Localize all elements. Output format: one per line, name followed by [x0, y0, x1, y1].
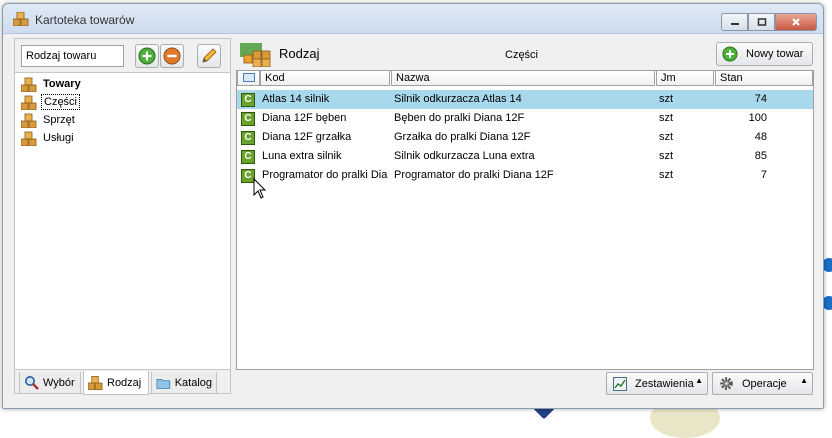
category-filter-input[interactable] — [21, 45, 124, 67]
current-category-label: Części — [505, 49, 539, 61]
bottom-toolbar: Zestawienia ▲ Operacje ▲ — [233, 372, 815, 396]
cell-jm: szt — [659, 112, 674, 124]
caret-up-icon: ▲ — [800, 376, 808, 385]
add-icon — [138, 47, 156, 65]
boxes-icon — [13, 12, 29, 26]
operations-label: Operacje — [742, 377, 787, 390]
tab-label: Wybór — [43, 376, 75, 389]
cell-kod: Luna extra silnik — [262, 150, 342, 162]
tree-item-label: Towary — [43, 78, 81, 90]
panel-title: Rodzaj — [279, 46, 320, 61]
tree-item-sprzet[interactable]: Sprzęt — [21, 111, 77, 129]
main-window: Kartoteka towarów Rodzaj towaru Towary C… — [2, 3, 824, 409]
cell-kod: Atlas 14 silnik — [262, 93, 330, 105]
add-category-button[interactable] — [135, 44, 159, 68]
cell-nazwa: Silnik odkurzacza Atlas 14 — [394, 93, 522, 105]
operations-button[interactable]: Operacje ▲ — [712, 372, 813, 395]
cell-kod: Diana 12F bęben — [262, 112, 347, 124]
cell-jm: szt — [659, 93, 674, 105]
maximize-icon — [757, 18, 766, 26]
table-row[interactable]: C Diana 12F grzałka Grzałka do pralki Di… — [237, 128, 813, 147]
boxes-icon — [21, 95, 37, 110]
items-header: Rodzaj Części Nowy towar — [233, 38, 815, 68]
column-header-nazwa[interactable]: Nazwa — [391, 71, 655, 86]
tab-label: Rodzaj — [107, 376, 142, 389]
gear-icon — [720, 377, 733, 390]
boxes-icon — [21, 131, 37, 146]
edit-pencil-icon — [202, 48, 217, 63]
column-header-jm[interactable]: Jm — [656, 71, 714, 86]
part-badge-icon: C — [241, 131, 255, 145]
tree-item-towary[interactable]: Towary — [21, 75, 83, 93]
table-row[interactable]: C Diana 12F bęben Bęben do pralki Diana … — [237, 109, 813, 128]
add-icon — [722, 46, 738, 62]
category-toolbar — [15, 39, 230, 72]
reports-label: Zestawienia — [635, 377, 694, 390]
new-item-button[interactable]: Nowy towar — [716, 42, 813, 66]
boxes-icon — [21, 113, 37, 128]
cell-nazwa: Grzałka do pralki Diana 12F — [394, 131, 531, 143]
title-bar[interactable]: Kartoteka towarów — [3, 4, 823, 34]
edit-category-button[interactable] — [197, 44, 221, 68]
magnifier-icon — [25, 376, 39, 390]
part-badge-icon: C — [241, 150, 255, 164]
table-row[interactable]: C Programator do pralki Dia Programator … — [237, 166, 813, 185]
boxes-icon — [21, 77, 37, 92]
report-chart-icon — [613, 376, 627, 391]
left-tab-bar: Wybór Rodzaj Katalog — [15, 371, 230, 395]
tree-item-label: Części — [41, 94, 81, 110]
items-table: Kod Nazwa Jm Stan C Atlas 14 silnik Siln… — [236, 70, 814, 370]
remove-category-button[interactable] — [160, 44, 184, 68]
tab-wybor[interactable]: Wybór — [19, 372, 81, 394]
tab-katalog[interactable]: Katalog — [151, 372, 217, 394]
column-header-kod[interactable]: Kod — [260, 71, 390, 86]
tab-label: Katalog — [174, 376, 212, 389]
cell-jm: szt — [659, 150, 674, 162]
cell-jm: szt — [659, 131, 674, 143]
minimize-button[interactable] — [721, 13, 748, 31]
cell-jm: szt — [659, 169, 674, 181]
cell-stan: 48 — [754, 131, 767, 143]
table-row[interactable]: C Luna extra silnik Silnik odkurzacza Lu… — [237, 147, 813, 166]
cell-nazwa: Programator do pralki Diana 12F — [394, 169, 554, 181]
new-item-label: Nowy towar — [746, 48, 804, 60]
table-row[interactable]: C Atlas 14 silnik Silnik odkurzacza Atla… — [237, 90, 813, 109]
items-panel: Rodzaj Części Nowy towar Kod Nazwa Jm St… — [233, 38, 815, 370]
close-icon — [792, 18, 800, 26]
reports-button[interactable]: Zestawienia ▲ — [606, 372, 708, 395]
part-badge-icon: C — [241, 93, 255, 107]
caret-up-icon: ▲ — [695, 376, 703, 385]
cell-stan: 7 — [760, 169, 767, 181]
close-button[interactable] — [775, 13, 817, 31]
cell-nazwa: Silnik odkurzacza Luna extra — [394, 150, 535, 162]
tab-rodzaj[interactable]: Rodzaj — [83, 371, 149, 395]
category-panel: Towary Części Sprzęt — [14, 38, 231, 395]
cell-kod: Diana 12F grzałka — [262, 131, 352, 143]
minimize-icon — [730, 23, 739, 25]
column-header-stan[interactable]: Stan — [715, 71, 813, 86]
cell-nazwa: Bęben do pralki Diana 12F — [394, 112, 525, 124]
remove-icon — [163, 47, 181, 65]
tree-item-label: Sprzęt — [43, 114, 75, 126]
tree-item-uslugi[interactable]: Usługi — [21, 129, 76, 147]
cell-stan: 85 — [754, 150, 767, 162]
table-header: Kod Nazwa Jm Stan — [237, 71, 813, 86]
boxes-icon — [88, 376, 103, 390]
cell-kod: Programator do pralki Dia — [262, 169, 388, 181]
category-tree: Towary Części Sprzęt Usługi — [15, 72, 230, 370]
window-controls — [721, 13, 817, 31]
cell-stan: 100 — [748, 112, 767, 124]
folder-icon — [156, 378, 171, 389]
category-boxes-icon — [240, 43, 271, 67]
window-title: Kartoteka towarów — [35, 13, 135, 27]
maximize-button[interactable] — [748, 13, 775, 31]
mouse-cursor-icon — [253, 178, 267, 199]
select-all-checkbox[interactable] — [237, 71, 260, 86]
tree-item-label: Usługi — [43, 132, 74, 144]
tree-item-czesci[interactable]: Części — [21, 93, 81, 111]
part-badge-icon: C — [241, 112, 255, 126]
cell-stan: 74 — [754, 93, 767, 105]
